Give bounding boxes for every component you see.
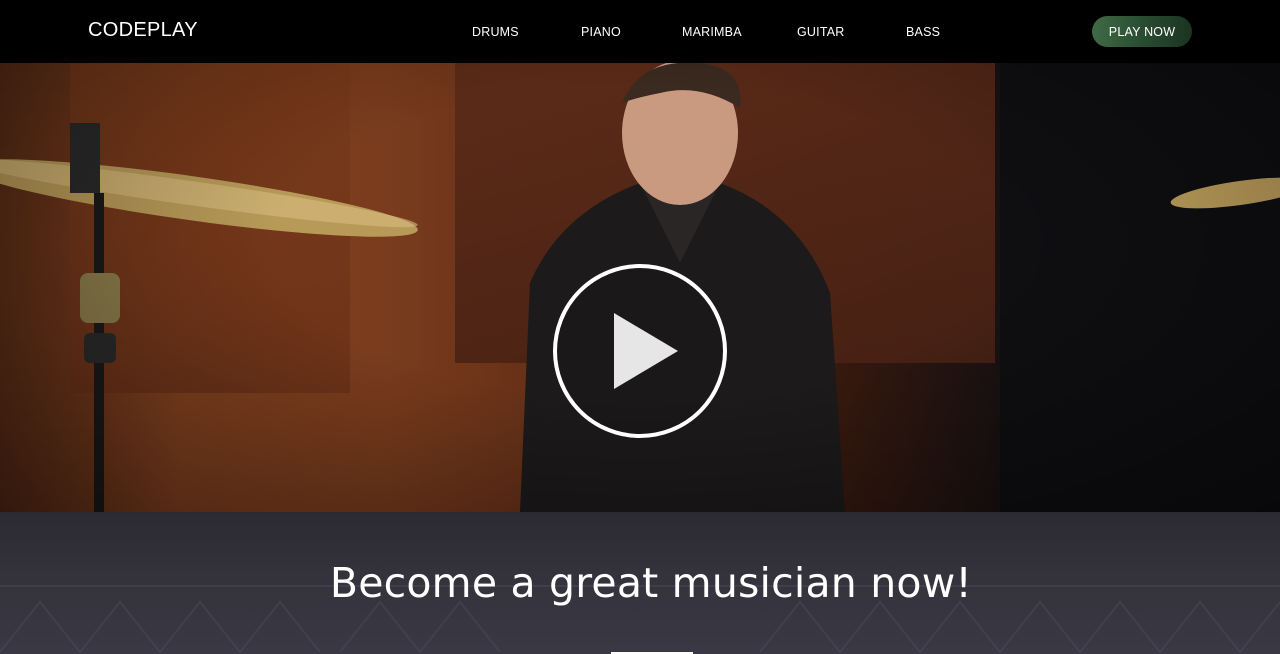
nav-link-marimba[interactable]: MARIMBA xyxy=(682,25,742,39)
play-now-button[interactable]: PLAY NOW xyxy=(1092,16,1192,47)
nav-link-drums[interactable]: DRUMS xyxy=(472,25,519,39)
site-header: CODEPLAY DRUMS PIANO MARIMBA GUITAR BASS… xyxy=(0,0,1280,63)
nav-link-bass[interactable]: BASS xyxy=(906,25,940,39)
hero-video[interactable] xyxy=(0,63,1280,512)
play-video-button[interactable] xyxy=(553,264,727,438)
site-logo[interactable]: CODEPLAY xyxy=(88,19,198,42)
play-icon xyxy=(614,313,678,389)
nav-link-guitar[interactable]: GUITAR xyxy=(797,25,845,39)
nav-link-piano[interactable]: PIANO xyxy=(581,25,621,39)
section-headline: Become a great musician now! xyxy=(329,559,973,607)
intro-section: Become a great musician now! xyxy=(0,512,1280,654)
